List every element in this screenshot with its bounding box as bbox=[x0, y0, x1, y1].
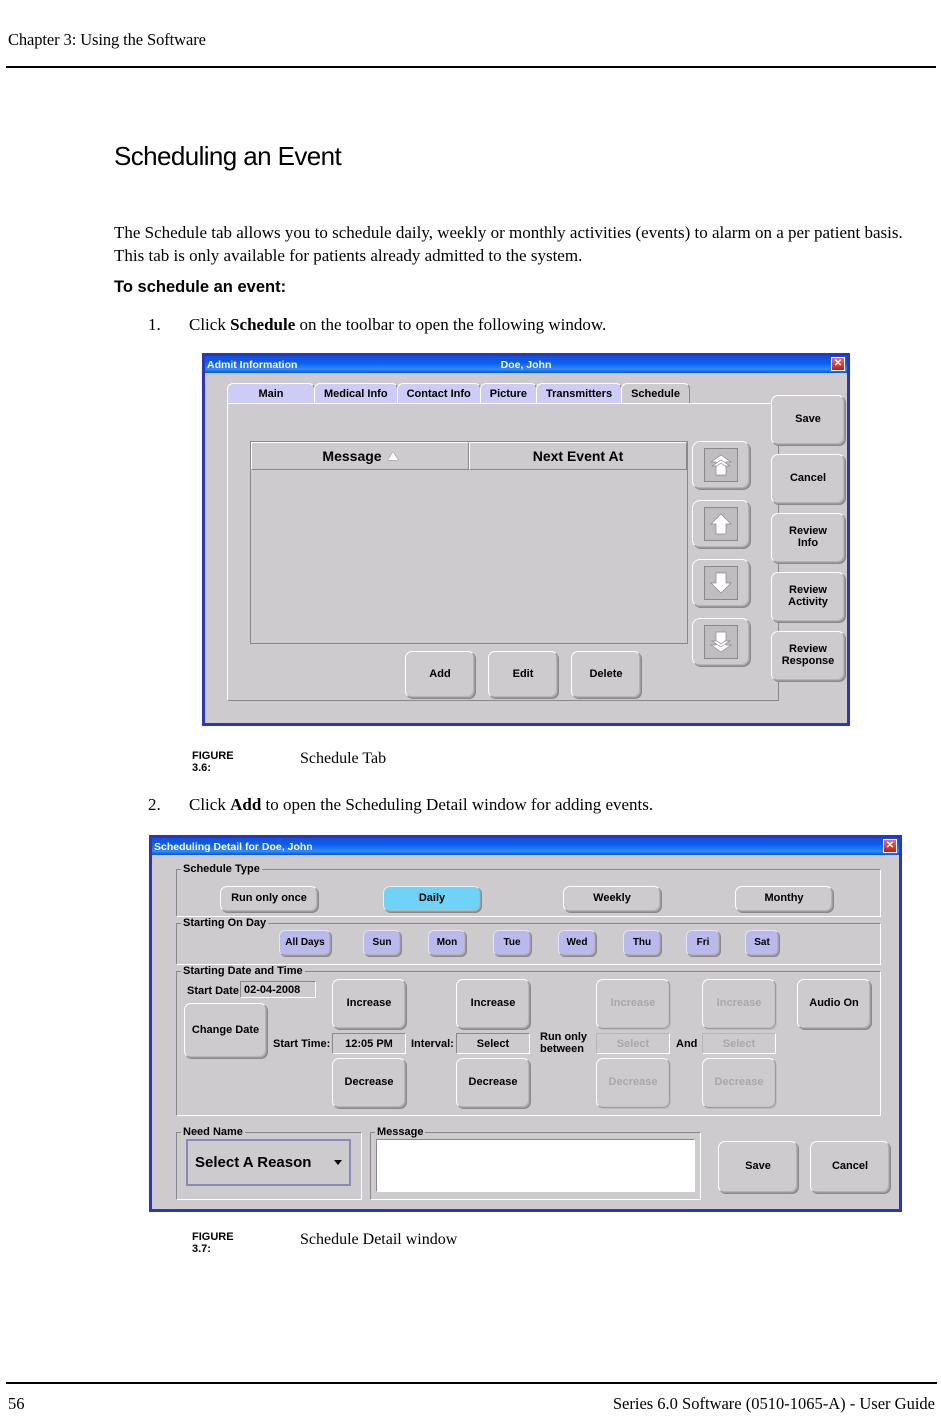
sort-ascending-icon bbox=[387, 452, 398, 460]
tab-medical-info[interactable]: Medical Info bbox=[314, 383, 398, 404]
admit-window-title: Admit Information bbox=[207, 358, 298, 371]
delete-button[interactable]: Delete bbox=[571, 651, 641, 698]
admit-window-patient-name: Doe, John bbox=[500, 358, 552, 371]
add-button[interactable]: Add bbox=[405, 651, 475, 698]
tab-schedule[interactable]: Schedule bbox=[621, 383, 690, 404]
day-button-wed[interactable]: Wed bbox=[558, 930, 596, 956]
interval-decrease-button[interactable]: Decrease bbox=[456, 1058, 530, 1108]
column-header-message[interactable]: Message bbox=[251, 442, 469, 470]
figure-3-6-title: Schedule Tab bbox=[300, 750, 387, 767]
day-button-fri[interactable]: Fri bbox=[686, 930, 720, 956]
start-time-decrease-button[interactable]: Decrease bbox=[332, 1058, 406, 1108]
page-number: 56 bbox=[8, 1394, 25, 1413]
schedule-type-weekly[interactable]: Weekly bbox=[563, 886, 661, 912]
column-header-message-label: Message bbox=[322, 448, 382, 464]
starting-date-and-time-caption: Starting Date and Time bbox=[181, 965, 305, 977]
and-label: And bbox=[676, 1038, 698, 1050]
between-from-value[interactable]: Select bbox=[596, 1033, 670, 1054]
between-to-increase-button[interactable]: Increase bbox=[702, 979, 776, 1029]
interval-increase-button[interactable]: Increase bbox=[456, 979, 530, 1029]
cancel-button[interactable]: Cancel bbox=[810, 1141, 890, 1193]
move-up-button[interactable] bbox=[692, 500, 750, 548]
between-from-increase-button[interactable]: Increase bbox=[596, 979, 670, 1029]
message-caption: Message bbox=[375, 1126, 426, 1138]
start-date-value: 02-04-2008 bbox=[240, 981, 316, 998]
column-header-next-event-at-label: Next Event At bbox=[532, 448, 624, 464]
step-2-number: 2. bbox=[148, 795, 161, 814]
footer-guide-text: Series 6.0 Software (0510-1065-A) - User… bbox=[612, 1394, 935, 1413]
double-chevron-down-icon bbox=[704, 625, 738, 659]
tab-main[interactable]: Main bbox=[227, 383, 315, 404]
review-activity-button[interactable]: Review Activity bbox=[771, 572, 845, 622]
close-icon[interactable]: ✕ bbox=[883, 839, 897, 853]
scheduling-detail-window[interactable]: Scheduling Detail for Doe, John ✕ Schedu… bbox=[149, 835, 902, 1212]
schedule-type-daily[interactable]: Daily bbox=[383, 886, 481, 912]
start-time-value[interactable]: 12:05 PM bbox=[332, 1033, 406, 1054]
page-header: Chapter 3: Using the Software bbox=[0, 0, 941, 68]
chapter-title: Chapter 3: Using the Software bbox=[8, 30, 206, 49]
close-icon[interactable]: ✕ bbox=[831, 357, 845, 371]
chevron-down-icon[interactable] bbox=[334, 1160, 342, 1165]
review-info-button[interactable]: Review Info bbox=[771, 513, 845, 563]
day-button-sat[interactable]: Sat bbox=[745, 930, 779, 956]
day-button-tue[interactable]: Tue bbox=[493, 930, 531, 956]
move-down-button[interactable] bbox=[692, 559, 750, 607]
need-name-selected-value: Select A Reason bbox=[195, 1154, 312, 1171]
scheduling-window-titlebar: Scheduling Detail for Doe, John ✕ bbox=[152, 838, 899, 855]
audio-on-button[interactable]: Audio On bbox=[797, 979, 871, 1029]
column-header-next-event-at[interactable]: Next Event At bbox=[469, 442, 687, 470]
start-date-label: Start Date: bbox=[187, 985, 243, 997]
scheduling-window-title: Scheduling Detail for Doe, John bbox=[154, 840, 313, 853]
start-time-increase-button[interactable]: Increase bbox=[332, 979, 406, 1029]
section-subheading: To schedule an event: bbox=[114, 278, 287, 296]
need-name-dropdown[interactable]: Select A Reason bbox=[186, 1139, 351, 1186]
step-1-number: 1. bbox=[148, 315, 161, 334]
run-only-between-label: Run only between bbox=[540, 1031, 588, 1056]
day-button-thu[interactable]: Thu bbox=[623, 930, 661, 956]
between-to-value[interactable]: Select bbox=[702, 1033, 776, 1054]
arrow-down-icon bbox=[704, 566, 738, 600]
figure-3-6-label: FIGURE 3.6: bbox=[192, 750, 234, 775]
day-button-sun[interactable]: Sun bbox=[363, 930, 401, 956]
header-rule bbox=[6, 66, 936, 68]
double-chevron-up-icon bbox=[704, 448, 738, 482]
grid-header-row: Message Next Event At bbox=[251, 442, 687, 470]
move-to-bottom-button[interactable] bbox=[692, 618, 750, 666]
starting-on-day-caption: Starting On Day bbox=[181, 917, 269, 929]
step-2-text: Click Add to open the Scheduling Detail … bbox=[189, 795, 654, 814]
need-name-caption: Need Name bbox=[181, 1126, 245, 1138]
cancel-button[interactable]: Cancel bbox=[771, 454, 845, 504]
tab-picture[interactable]: Picture bbox=[479, 383, 538, 404]
message-input[interactable] bbox=[376, 1139, 695, 1192]
schedule-type-run-only-once[interactable]: Run only once bbox=[220, 886, 318, 912]
events-list-grid[interactable]: Message Next Event At bbox=[250, 441, 688, 644]
step-1-text: Click Schedule on the toolbar to open th… bbox=[189, 315, 607, 334]
save-button[interactable]: Save bbox=[771, 395, 845, 445]
review-response-button[interactable]: Review Response bbox=[771, 631, 845, 681]
day-button-all-days[interactable]: All Days bbox=[279, 930, 331, 956]
day-button-mon[interactable]: Mon bbox=[428, 930, 466, 956]
arrow-up-icon bbox=[704, 507, 738, 541]
intro-paragraph: The Schedule tab allows you to schedule … bbox=[114, 223, 903, 265]
admit-window-titlebar: Admit Information Doe, John ✕ bbox=[205, 356, 847, 373]
tab-contact-info[interactable]: Contact Info bbox=[396, 383, 481, 404]
move-to-top-button[interactable] bbox=[692, 441, 750, 489]
page-title: Scheduling an Event bbox=[114, 141, 342, 171]
schedule-type-caption: Schedule Type bbox=[181, 863, 262, 875]
between-to-decrease-button[interactable]: Decrease bbox=[702, 1058, 776, 1108]
interval-value[interactable]: Select bbox=[456, 1033, 530, 1054]
figure-3-7-title: Schedule Detail window bbox=[300, 1231, 458, 1248]
interval-label: Interval: bbox=[411, 1038, 454, 1050]
start-time-label: Start Time: bbox=[273, 1038, 331, 1050]
between-from-decrease-button[interactable]: Decrease bbox=[596, 1058, 670, 1108]
admit-information-window[interactable]: Admit Information Doe, John ✕ Main Medic… bbox=[202, 353, 850, 726]
change-date-button[interactable]: Change Date bbox=[184, 1003, 267, 1058]
save-button[interactable]: Save bbox=[718, 1141, 798, 1193]
edit-button[interactable]: Edit bbox=[488, 651, 558, 698]
tab-transmitters[interactable]: Transmitters bbox=[536, 383, 623, 404]
schedule-type-monthly[interactable]: Monthy bbox=[735, 886, 833, 912]
footer-rule bbox=[6, 1382, 937, 1384]
figure-3-7-label: FIGURE 3.7: bbox=[192, 1231, 234, 1256]
tab-strip: Main Medical Info Contact Info Picture T… bbox=[227, 383, 690, 404]
